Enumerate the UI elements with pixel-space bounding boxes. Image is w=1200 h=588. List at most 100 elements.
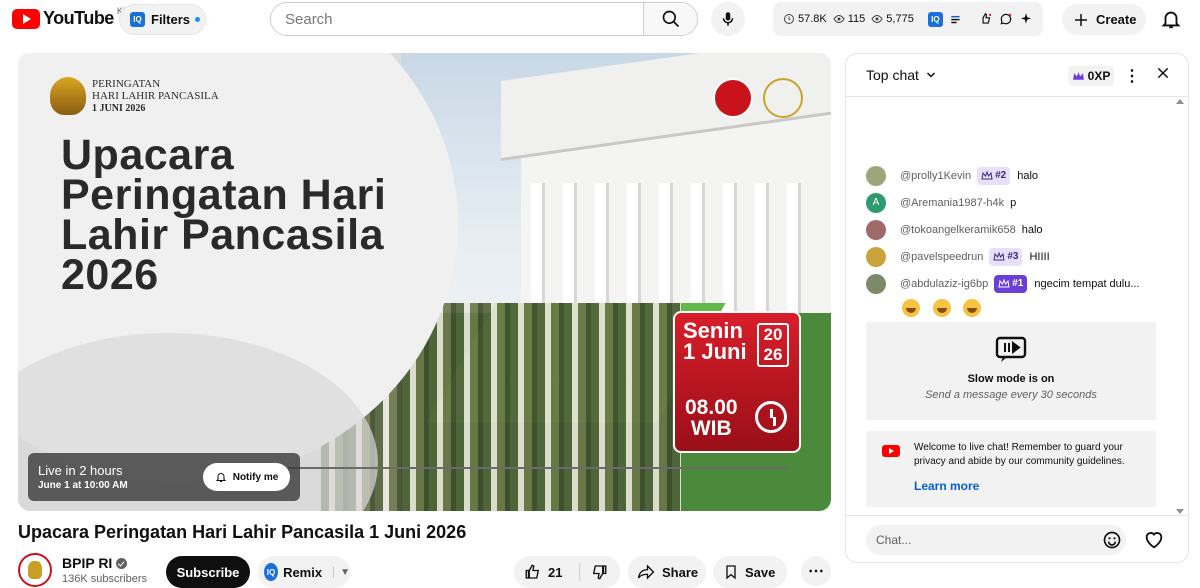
dislike-button[interactable] [580,563,608,581]
message-text: ngecim tempat dulu... [1034,277,1140,290]
slow-mode-subtitle: Send a message every 30 seconds [925,389,1097,401]
message-author[interactable]: @pavelspeedrun [900,251,983,263]
iq-extension-icon[interactable]: IQ [927,11,943,27]
learn-more-link[interactable]: Learn more [914,479,979,493]
iq-extension-icon: IQ [130,12,145,27]
notify-me-button[interactable]: Notify me [203,463,290,491]
bookmark-icon [726,565,736,580]
youtube-play-icon [12,8,40,29]
live-schedule-overlay: Live in 2 hours June 1 at 10:00 AM Notif… [28,453,300,501]
rank-badge: #2 [977,166,1011,185]
like-button[interactable]: 21 [514,563,580,581]
list-sparkle-icon[interactable] [949,12,963,26]
event-header: PERINGATAN HARI LAHIR PANCASILA 1 JUNI 2… [50,77,219,115]
rank-badge: #3 [989,247,1023,266]
chat-message: A @Aremania1987-h4k p [866,189,1166,216]
share-icon [637,564,655,580]
heart-icon[interactable] [1143,529,1165,551]
chat-sparkle-icon[interactable] [999,12,1013,26]
notifications-button[interactable] [1160,8,1182,35]
message-author[interactable]: @tokoangelkeramik658 [900,224,1016,236]
more-horizontal-icon: ⋯ [808,563,824,580]
search-input[interactable] [271,3,643,35]
chat-input-area [846,515,1188,562]
search-button[interactable] [643,3,697,35]
bpip-logo-icon [713,78,753,118]
remix-button[interactable]: IQ Remix ▼ [258,556,350,588]
more-vertical-icon: ⋮ [1124,68,1140,85]
user-avatar[interactable]: A [866,192,886,213]
bell-icon [215,473,226,482]
event-header-line: PERINGATAN [92,77,161,90]
channel-name-row: BPIP RI [62,555,147,571]
more-actions-button[interactable]: ⋯ [801,556,831,586]
channel-avatar[interactable] [18,553,52,587]
chat-input[interactable] [866,525,1126,555]
message-text: halo [1017,169,1039,182]
chat-message: @abdulaziz-ig6bp #1 ngecim tempat dulu..… [866,270,1166,297]
clock-icon [755,401,787,433]
subscribe-button[interactable]: Subscribe [166,556,250,588]
close-chat-button[interactable] [1156,65,1170,85]
voice-search-button[interactable] [711,2,745,36]
user-avatar[interactable] [866,219,886,240]
close-icon [1157,67,1169,79]
live-status: Live in 2 hours [38,463,123,478]
clock-icon [784,14,794,24]
live-time: June 1 at 10:00 AM [38,480,128,491]
chat-header: Top chat 0XP ⋮ [846,54,1188,97]
user-avatar[interactable] [866,273,886,294]
sparkle-icon[interactable] [1019,12,1033,26]
eye-icon [871,14,883,24]
thumbs-sparkle-icon[interactable] [979,12,993,26]
eye-icon [833,14,845,24]
filters-button[interactable]: IQ Filters [119,4,206,35]
video-player[interactable]: PERINGATAN HARI LAHIR PANCASILA 1 JUNI 2… [18,53,831,511]
user-avatar[interactable] [866,246,886,267]
message-author[interactable]: @Aremania1987-h4k [900,197,1004,209]
channel-info: BPIP RI 136K subscribers [18,553,147,587]
time-value: 08.00 [685,396,738,419]
user-avatar[interactable] [866,165,886,186]
subscriber-count: 136K subscribers [62,573,147,585]
filters-label: Filters [151,12,191,27]
share-button[interactable]: Share [628,556,706,588]
live-chat-panel: Top chat 0XP ⋮ @prolly1Kevin #2 halo A @… [845,53,1189,563]
top-bar: YouTube KR IQ Filters 57.8K 115 5,775 IQ [0,0,1200,40]
message-author[interactable]: @abdulaziz-ig6bp [900,278,988,290]
save-button[interactable]: Save [713,556,787,588]
garuda-emblem-icon [50,77,86,115]
youtube-logo[interactable]: YouTube KR [12,6,129,29]
slow-mode-title: Slow mode is on [967,373,1055,385]
save-label: Save [745,564,776,580]
chevron-down-icon[interactable]: ▼ [333,566,350,578]
message-author[interactable]: @prolly1Kevin [900,170,971,182]
create-button[interactable]: Create [1062,4,1146,35]
year-bottom: 26 [763,345,783,364]
chat-mode-selector[interactable]: Top chat [866,67,937,83]
slow-mode-notice: Slow mode is on Send a message every 30 … [866,322,1156,420]
video-progress-bar[interactable] [288,467,788,469]
scroll-down-arrow[interactable] [1176,509,1184,514]
event-header-text: PERINGATAN HARI LAHIR PANCASILA 1 JUNI 2… [92,78,219,115]
channel-name[interactable]: BPIP RI [62,555,112,571]
slow-mode-icon [995,336,1027,362]
grinning-sweat-emoji-icon [902,299,920,317]
xp-badge[interactable]: 0XP [1068,66,1114,86]
crown-icon [998,278,1010,287]
emoji-picker-icon[interactable] [1102,530,1122,550]
chat-message-list: @prolly1Kevin #2 halo A @Aremania1987-h4… [866,162,1166,322]
chat-message: @pavelspeedrun #3 HIIII [866,243,1166,270]
chat-more-options-button[interactable]: ⋮ [1124,66,1140,86]
logo-text: YouTube [43,8,114,28]
scroll-up-arrow[interactable] [1176,99,1184,104]
remix-label: Remix [283,564,323,580]
crown-icon [981,170,993,179]
date-card: Senin 1 Juni 20 26 08.00 WIB [673,311,801,453]
youtube-icon [882,445,900,457]
welcome-text: Welcome to live chat! Remember to guard … [914,442,1125,467]
xp-value: 0XP [1087,69,1111,83]
rank-badge: #1 [994,274,1028,293]
share-label: Share [662,564,699,580]
welcome-notice: Welcome to live chat! Remember to guard … [866,431,1156,507]
